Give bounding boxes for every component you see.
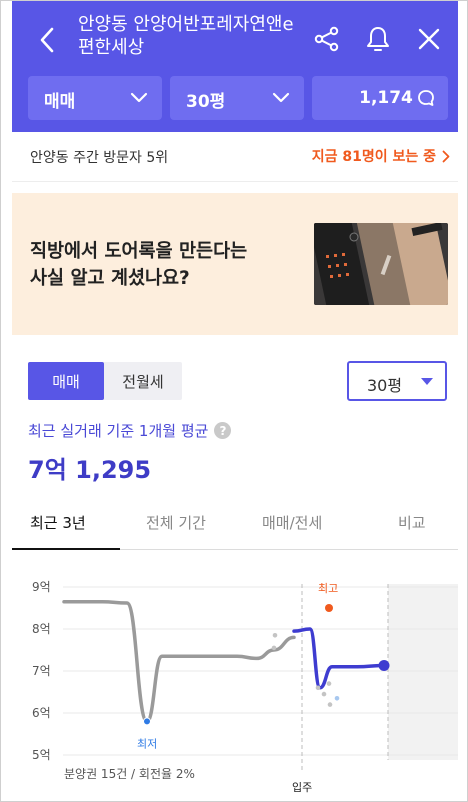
tab-all-period[interactable]: 전체 기간 bbox=[146, 512, 206, 533]
future-area bbox=[388, 584, 458, 760]
tab-underline bbox=[12, 548, 120, 550]
close-icon bbox=[418, 28, 440, 50]
size-select[interactable]: 30평 bbox=[347, 361, 447, 401]
promo-banner[interactable]: 직방에서 도어록을 만든다는 사실 알고 계셨나요? bbox=[12, 193, 458, 335]
size-select-label: 30평 bbox=[367, 376, 403, 395]
scatter-point bbox=[271, 645, 277, 651]
low-point bbox=[143, 717, 151, 726]
banner-text: 직방에서 도어록을 만든다는 사실 알고 계셨나요? bbox=[30, 238, 247, 292]
chart-footnote: 분양권 15건 / 회전율 2% bbox=[64, 767, 195, 781]
series-line-presale bbox=[62, 599, 296, 724]
avg-price-caption: 최근 실거래 기준 1개월 평균 bbox=[28, 422, 209, 440]
scatter-point bbox=[321, 691, 327, 697]
header: 안양동 안양어반포레자연앤e편한세상 매매 30평 1,174 bbox=[12, 1, 458, 132]
banner-line-1: 직방에서 도어록을 만든다는 bbox=[30, 241, 248, 262]
chevron-right-icon bbox=[442, 150, 450, 162]
trade-type-dropdown[interactable]: 매매 bbox=[28, 76, 162, 120]
price-chart-svg: 9억 8억 7억 6억 5억 최저 최고분양권 15건 / 회전율 2% 입주 bbox=[32, 580, 458, 794]
high-label: 최고 bbox=[318, 582, 338, 595]
move-in-label: 입주 bbox=[292, 781, 312, 794]
chevron-down-icon bbox=[130, 92, 148, 103]
price-chart: 9억 8억 7억 6억 5억 최저 최고분양권 15건 / 회전율 2% 입주 bbox=[12, 566, 458, 801]
share-button[interactable] bbox=[311, 23, 343, 55]
bell-icon bbox=[367, 27, 389, 51]
high-point bbox=[325, 604, 333, 612]
avg-price-value: 7억 1,295 bbox=[28, 456, 152, 484]
close-button[interactable] bbox=[413, 23, 445, 55]
trade-segment-control: 매매 전월세 bbox=[28, 362, 182, 400]
live-viewers-text: 지금 81명이 보는 중 bbox=[311, 149, 436, 165]
size-label: 30평 bbox=[186, 92, 226, 112]
scatter-point bbox=[334, 696, 340, 701]
filter-row: 매매 30평 1,174 bbox=[28, 76, 448, 120]
chevron-left-icon bbox=[40, 27, 54, 53]
comment-count: 1,174 bbox=[359, 88, 413, 108]
scatter-point bbox=[326, 681, 332, 686]
size-dropdown[interactable]: 30평 bbox=[170, 76, 304, 120]
doorlock-image bbox=[314, 223, 448, 305]
segment-rent[interactable]: 전월세 bbox=[104, 362, 182, 400]
share-icon bbox=[314, 26, 339, 52]
segment-sale[interactable]: 매매 bbox=[28, 362, 104, 400]
tab-sale-jeonse[interactable]: 매매/전세 bbox=[262, 512, 322, 533]
y-tick-label: 8억 bbox=[32, 622, 51, 636]
caret-down-icon bbox=[421, 378, 433, 385]
visitor-row: 안양동 주간 방문자 5위 지금 81명이 보는 중 bbox=[12, 132, 458, 182]
tab-compare[interactable]: 비교 bbox=[398, 512, 426, 533]
back-button[interactable] bbox=[36, 23, 58, 57]
banner-line-2: 사실 알고 계셨나요? bbox=[30, 268, 190, 289]
y-tick-label: 7억 bbox=[32, 664, 51, 678]
series-line-postmovein bbox=[292, 627, 386, 690]
chevron-down-icon bbox=[272, 92, 290, 103]
live-viewers-link[interactable]: 지금 81명이 보는 중 bbox=[312, 146, 450, 166]
notification-button[interactable] bbox=[362, 23, 394, 55]
app-frame: 안양동 안양어반포레자연앤e편한세상 매매 30평 1,174 안양동 주간 방… bbox=[0, 0, 468, 802]
scatter-point bbox=[272, 633, 278, 638]
low-label: 최저 bbox=[137, 737, 157, 750]
visitor-rank-text: 안양동 주간 방문자 5위 bbox=[30, 150, 169, 166]
scatter-point bbox=[315, 685, 321, 691]
period-tabs: 최근 3년 전체 기간 매매/전세 비교 bbox=[12, 498, 458, 550]
y-tick-label: 5억 bbox=[32, 748, 51, 762]
y-tick-label: 9억 bbox=[32, 580, 51, 594]
trade-type-label: 매매 bbox=[44, 92, 76, 112]
page-title: 안양동 안양어반포레자연앤e편한세상 bbox=[78, 14, 294, 58]
latest-point bbox=[378, 660, 390, 672]
avg-price-label: 최근 실거래 기준 1개월 평균 ? bbox=[28, 420, 232, 441]
y-tick-label: 6억 bbox=[32, 706, 51, 720]
tab-recent-3y[interactable]: 최근 3년 bbox=[30, 512, 86, 533]
scatter-point bbox=[327, 702, 333, 707]
section-gap bbox=[12, 335, 458, 346]
help-icon[interactable]: ? bbox=[214, 422, 232, 439]
chat-bubble-icon bbox=[417, 90, 434, 106]
comment-button[interactable]: 1,174 bbox=[312, 76, 448, 120]
